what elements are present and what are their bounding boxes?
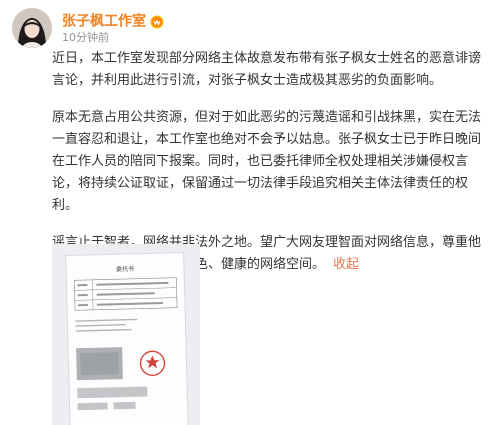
vip-badge-icon — [150, 14, 164, 28]
post-content: 近日，本工作室发现部分网络主体故意发布带有张子枫女士姓名的恶意诽谤言论，并利用此… — [52, 48, 492, 276]
author-name[interactable]: 张子枫工作室 — [62, 14, 146, 30]
collapse-link[interactable]: 收起 — [333, 257, 359, 272]
avatar-image — [12, 8, 52, 48]
post-paragraph-2: 原本无意占用公共资源，但对于如此恶劣的污蔑造谣和引战抹黑，实在无法一直容忍和退让… — [52, 110, 482, 213]
post-timestamp[interactable]: 10分钟前 — [62, 31, 109, 45]
avatar[interactable] — [12, 8, 52, 48]
author-row: 张子枫工作室 — [62, 11, 164, 30]
document-title: 委托书 — [116, 265, 134, 273]
weibo-post-card: 张子枫工作室 10分钟前 近日，本工作室发现部分网络主体故意发布带有张子枫女士姓… — [0, 0, 499, 425]
attached-document-image[interactable]: 委托书 — [52, 244, 200, 425]
post-header: 张子枫工作室 10分钟前 — [12, 8, 482, 48]
post-paragraph-1: 近日，本工作室发现部分网络主体故意发布带有张子枫女士姓名的恶意诽谤言论，并利用此… — [52, 51, 482, 88]
